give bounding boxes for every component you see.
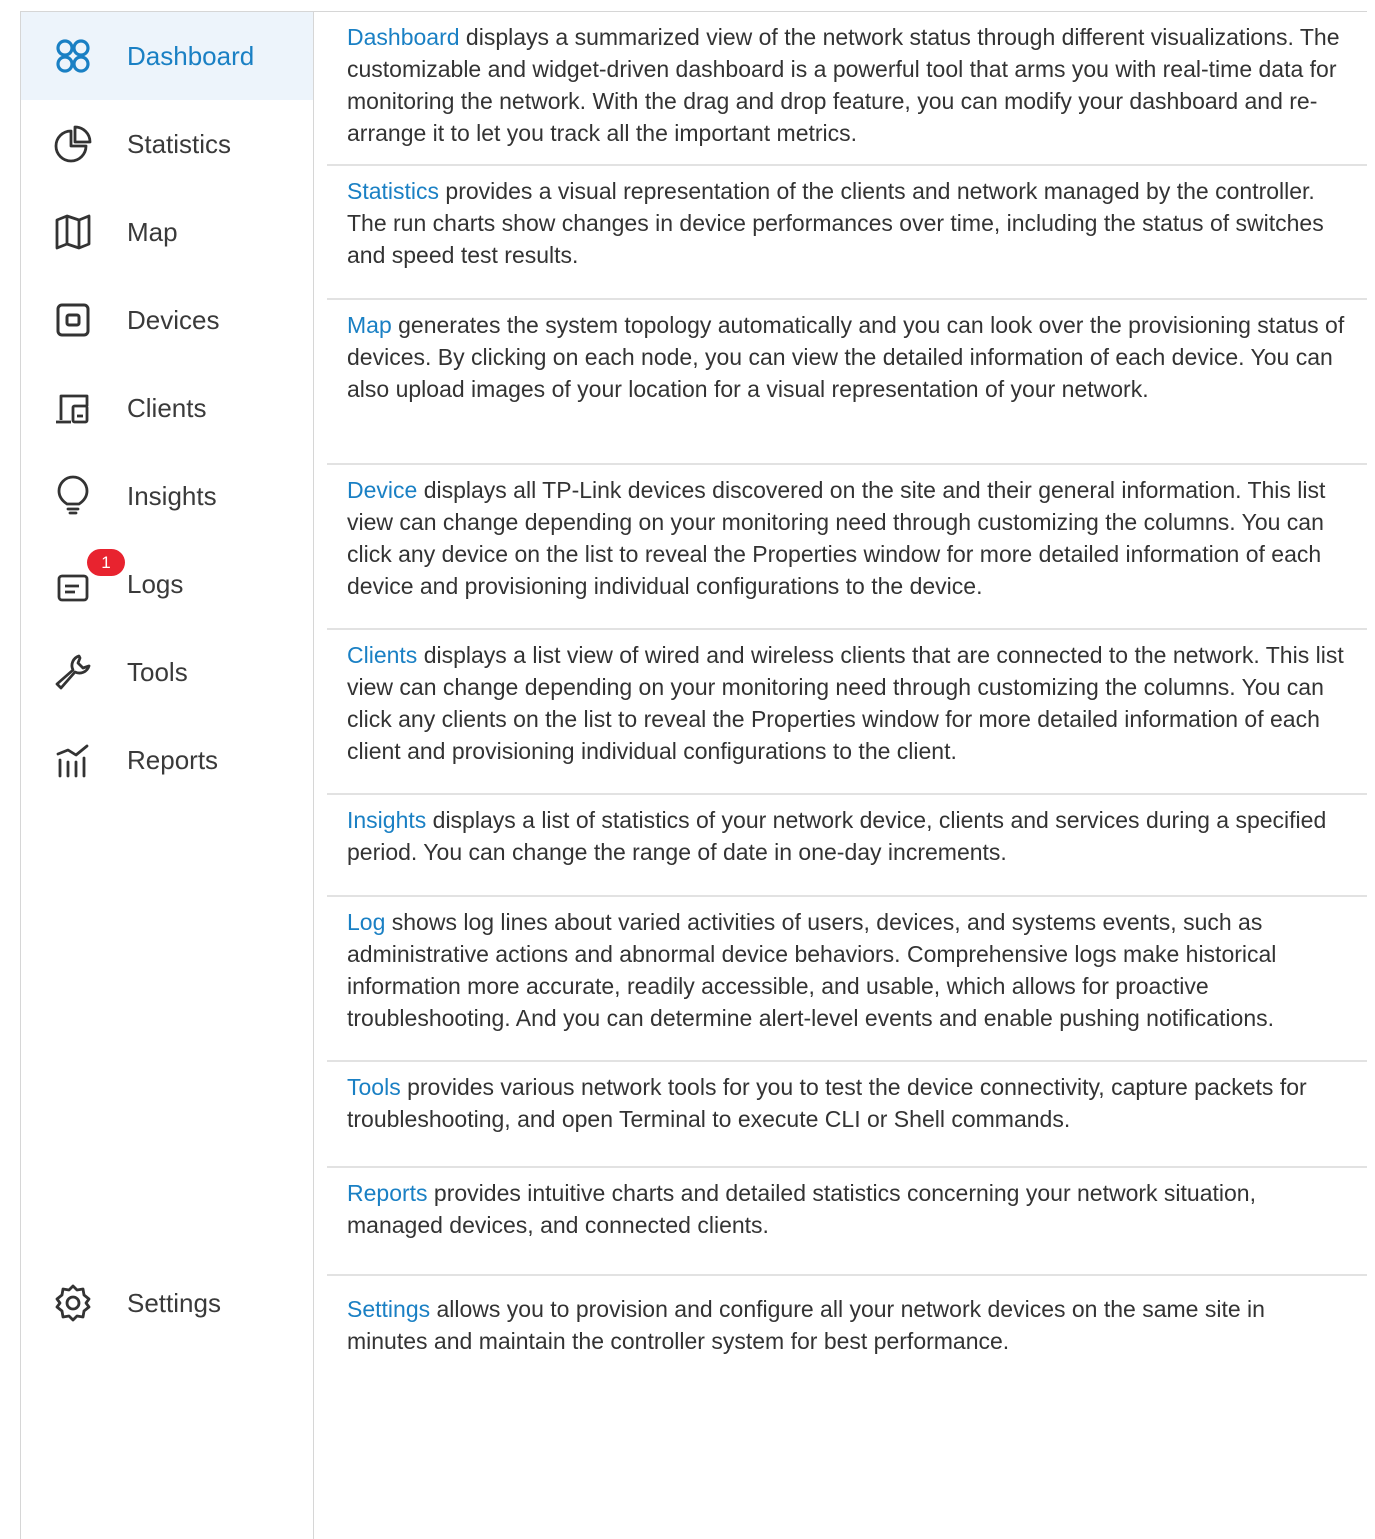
sidebar-item-clients[interactable]: Clients — [21, 364, 313, 452]
sidebar-item-devices[interactable]: Devices — [21, 276, 313, 364]
content-panel: Dashboard displays a summarized view of … — [327, 12, 1367, 1371]
reports-link[interactable]: Reports — [347, 1180, 428, 1206]
wrench-icon — [51, 650, 95, 694]
description-clients: Clients displays a list view of wired an… — [327, 630, 1367, 795]
sidebar: Dashboard Statistics Map Devices Clients… — [20, 12, 314, 1539]
log-link[interactable]: Log — [347, 909, 385, 935]
sidebar-item-statistics[interactable]: Statistics — [21, 100, 313, 188]
map-link[interactable]: Map — [347, 312, 392, 338]
sidebar-item-label: Statistics — [127, 128, 232, 159]
description-settings: Settings allows you to provision and con… — [327, 1276, 1367, 1371]
description-text: displays a list view of wired and wirele… — [347, 642, 1344, 764]
description-text: generates the system topology automatica… — [347, 312, 1345, 402]
pie-chart-icon — [51, 122, 95, 166]
gear-icon — [51, 1281, 95, 1325]
sidebar-item-tools[interactable]: Tools — [21, 628, 313, 716]
dashboard-icon — [51, 34, 95, 78]
sidebar-item-label: Insights — [127, 480, 217, 511]
reports-icon — [51, 738, 95, 782]
sidebar-item-settings[interactable]: Settings — [21, 1259, 313, 1347]
sidebar-item-label: Clients — [127, 392, 207, 423]
sidebar-item-label: Logs — [127, 568, 184, 599]
description-text: displays a summarized view of the networ… — [347, 24, 1340, 146]
description-text: shows log lines about varied activities … — [347, 909, 1277, 1031]
notification-badge: 1 — [87, 549, 125, 576]
clients-icon — [51, 386, 95, 430]
description-text: provides intuitive charts and detailed s… — [347, 1180, 1256, 1238]
map-icon — [51, 210, 95, 254]
description-tools: Tools provides various network tools for… — [327, 1062, 1367, 1168]
insights-link[interactable]: Insights — [347, 807, 426, 833]
device-link[interactable]: Device — [347, 477, 417, 503]
description-text: allows you to provision and configure al… — [347, 1296, 1265, 1354]
description-text: provides a visual representation of the … — [347, 178, 1324, 268]
description-dashboard: Dashboard displays a summarized view of … — [327, 12, 1367, 166]
description-reports: Reports provides intuitive charts and de… — [327, 1168, 1367, 1276]
description-text: displays all TP-Link devices discovered … — [347, 477, 1326, 599]
sidebar-item-label: Reports — [127, 744, 219, 775]
description-text: provides various network tools for you t… — [347, 1074, 1307, 1132]
statistics-link[interactable]: Statistics — [347, 178, 439, 204]
tools-link[interactable]: Tools — [347, 1074, 401, 1100]
dashboard-link[interactable]: Dashboard — [347, 24, 460, 50]
sidebar-item-logs[interactable]: 1 Logs — [21, 540, 313, 628]
sidebar-item-label: Devices — [127, 304, 220, 335]
description-map: Map generates the system topology automa… — [327, 300, 1367, 465]
description-text: displays a list of statistics of your ne… — [347, 807, 1327, 865]
description-logs: Log shows log lines about varied activit… — [327, 897, 1367, 1062]
sidebar-item-dashboard[interactable]: Dashboard — [21, 12, 313, 100]
sidebar-item-map[interactable]: Map — [21, 188, 313, 276]
sidebar-item-insights[interactable]: Insights — [21, 452, 313, 540]
description-devices: Device displays all TP-Link devices disc… — [327, 465, 1367, 630]
sidebar-item-label: Dashboard — [127, 40, 255, 71]
sidebar-item-label: Map — [127, 216, 178, 247]
settings-link[interactable]: Settings — [347, 1296, 430, 1322]
description-statistics: Statistics provides a visual representat… — [327, 166, 1367, 300]
description-insights: Insights displays a list of statistics o… — [327, 795, 1367, 897]
lightbulb-icon — [51, 474, 95, 518]
sidebar-item-label: Tools — [127, 656, 188, 687]
device-icon — [51, 298, 95, 342]
sidebar-item-label: Settings — [127, 1287, 221, 1318]
clients-link[interactable]: Clients — [347, 642, 417, 668]
sidebar-item-reports[interactable]: Reports — [21, 716, 313, 804]
